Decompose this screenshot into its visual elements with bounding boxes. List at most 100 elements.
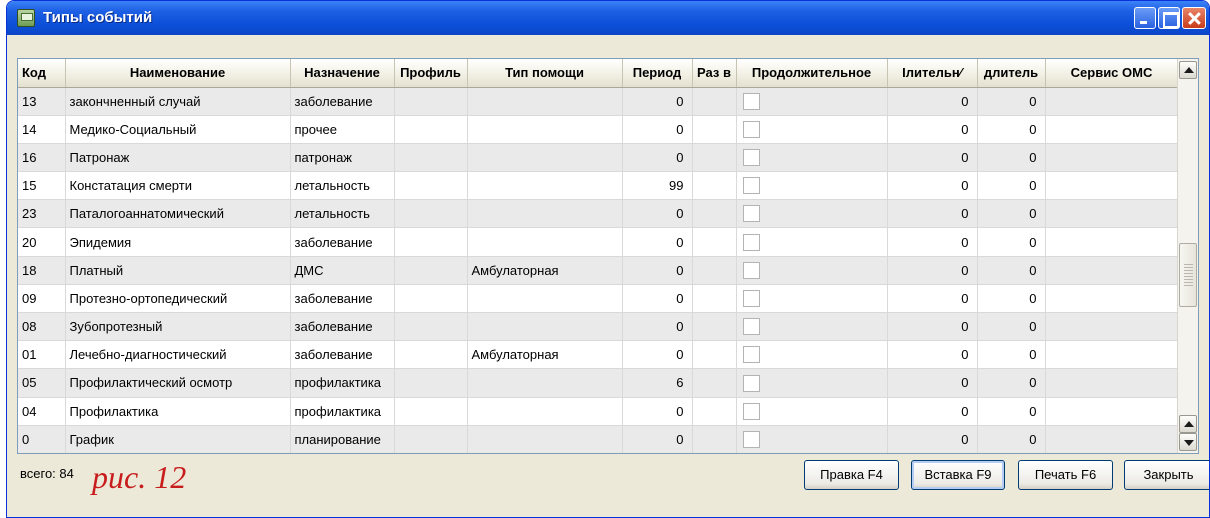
cell-oms-service[interactable] xyxy=(1045,340,1179,370)
cell-long[interactable] xyxy=(736,284,888,314)
cell-oms-service[interactable] xyxy=(1045,227,1179,257)
cell-long[interactable] xyxy=(736,368,888,398)
cell-oms-service[interactable] xyxy=(1045,171,1179,201)
cell-purpose[interactable]: патронаж xyxy=(290,143,395,173)
vertical-scrollbar[interactable] xyxy=(1177,59,1198,453)
cell-oms-service[interactable] xyxy=(1045,143,1179,173)
cell-duration-1[interactable]: 0 xyxy=(887,143,978,173)
cell-times[interactable] xyxy=(692,115,737,144)
cell-oms-service[interactable] xyxy=(1045,368,1179,398)
column-header-purpose[interactable]: Назначение xyxy=(290,59,395,88)
maximize-button[interactable] xyxy=(1158,7,1180,29)
long-duration-checkbox[interactable] xyxy=(742,92,760,110)
table-row[interactable]: 08 Зубопротезный заболевание 0 0 0 xyxy=(18,312,1179,342)
table-row[interactable]: 01 Лечебно-диагностический заболевание Амбу… xyxy=(18,340,1179,370)
column-header-aid-type[interactable]: Тип помощи xyxy=(467,59,623,88)
cell-period[interactable]: 0 xyxy=(622,312,693,342)
cell-times[interactable] xyxy=(692,284,737,314)
cell-times[interactable] xyxy=(692,199,737,229)
column-header-oms-service[interactable]: Сервис ОМС xyxy=(1045,59,1179,88)
cell-purpose[interactable]: прочее xyxy=(290,115,395,144)
cell-name[interactable]: Констатация смерти xyxy=(65,171,291,201)
table-row[interactable]: 15 Констатация смерти летальность 99 0 0 xyxy=(18,171,1179,201)
cell-oms-service[interactable] xyxy=(1045,87,1179,116)
cell-duration-1[interactable]: 0 xyxy=(887,171,978,201)
close-button[interactable]: Закрыть xyxy=(1124,460,1209,490)
long-duration-checkbox[interactable] xyxy=(742,402,760,420)
cell-long[interactable] xyxy=(736,425,888,453)
scroll-up-button[interactable] xyxy=(1179,61,1197,79)
edit-button[interactable]: Правка F4 xyxy=(804,460,899,490)
table-row[interactable]: 23 Паталогоаннатомический летальность 0 0 0 xyxy=(18,199,1179,229)
cell-duration-2[interactable]: 0 xyxy=(977,143,1046,173)
cell-name[interactable]: Профилактика xyxy=(65,397,291,426)
cell-duration-1[interactable]: 0 xyxy=(887,284,978,314)
cell-purpose[interactable]: заболевание xyxy=(290,87,395,116)
cell-profile[interactable] xyxy=(394,397,468,426)
cell-profile[interactable] xyxy=(394,368,468,398)
cell-name[interactable]: закончненный случай xyxy=(65,87,291,116)
cell-duration-1[interactable]: 0 xyxy=(887,397,978,426)
cell-purpose[interactable]: заболевание xyxy=(290,284,395,314)
cell-profile[interactable] xyxy=(394,115,468,144)
cell-purpose[interactable]: заболевание xyxy=(290,227,395,257)
table-row[interactable]: 20 Эпидемия заболевание 0 0 0 xyxy=(18,227,1179,257)
cell-times[interactable] xyxy=(692,171,737,201)
cell-period[interactable]: 0 xyxy=(622,115,693,144)
cell-aid-type[interactable] xyxy=(467,284,623,314)
table-row[interactable]: 05 Профилактический осмотр профилактика 6 0 0 xyxy=(18,368,1179,398)
cell-purpose[interactable]: заболевание xyxy=(290,340,395,370)
cell-code[interactable]: 20 xyxy=(18,227,66,257)
cell-duration-2[interactable]: 0 xyxy=(977,115,1046,144)
cell-oms-service[interactable] xyxy=(1045,284,1179,314)
cell-long[interactable] xyxy=(736,171,888,201)
long-duration-checkbox[interactable] xyxy=(742,346,760,364)
table-row[interactable]: 04 Профилактика профилактика 0 0 0 xyxy=(18,397,1179,426)
column-header-duration[interactable]: длитель xyxy=(977,59,1046,88)
cell-long[interactable] xyxy=(736,340,888,370)
cell-period[interactable]: 0 xyxy=(622,199,693,229)
cell-code[interactable]: 05 xyxy=(18,368,66,398)
long-duration-checkbox[interactable] xyxy=(742,120,760,138)
column-header-times[interactable]: Раз в xyxy=(692,59,737,88)
cell-long[interactable] xyxy=(736,256,888,285)
cell-period[interactable]: 0 xyxy=(622,397,693,426)
cell-code[interactable]: 0 xyxy=(18,425,66,453)
cell-oms-service[interactable] xyxy=(1045,199,1179,229)
cell-code[interactable]: 13 xyxy=(18,87,66,116)
cell-purpose[interactable]: ДМС xyxy=(290,256,395,285)
long-duration-checkbox[interactable] xyxy=(742,430,760,448)
cell-purpose[interactable]: летальность xyxy=(290,171,395,201)
long-duration-checkbox[interactable] xyxy=(742,149,760,166)
cell-purpose[interactable]: заболевание xyxy=(290,312,395,342)
cell-purpose[interactable]: летальность xyxy=(290,199,395,229)
cell-purpose[interactable]: профилактика xyxy=(290,397,395,426)
print-button[interactable]: Печать F6 xyxy=(1018,460,1113,490)
cell-oms-service[interactable] xyxy=(1045,397,1179,426)
cell-duration-2[interactable]: 0 xyxy=(977,171,1046,201)
table-row[interactable]: 09 Протезно-ортопедический заболевание 0 0 0 xyxy=(18,284,1179,314)
cell-code[interactable]: 08 xyxy=(18,312,66,342)
long-duration-checkbox[interactable] xyxy=(742,177,760,195)
cell-times[interactable] xyxy=(692,340,737,370)
cell-profile[interactable] xyxy=(394,340,468,370)
cell-oms-service[interactable] xyxy=(1045,425,1179,453)
cell-duration-2[interactable]: 0 xyxy=(977,284,1046,314)
cell-period[interactable]: 0 xyxy=(622,143,693,173)
cell-duration-1[interactable]: 0 xyxy=(887,256,978,285)
cell-period[interactable]: 99 xyxy=(622,171,693,201)
cell-name[interactable]: Медико-Социальный xyxy=(65,115,291,144)
scroll-down-button[interactable] xyxy=(1179,433,1197,451)
cell-duration-1[interactable]: 0 xyxy=(887,199,978,229)
cell-duration-1[interactable]: 0 xyxy=(887,340,978,370)
cell-name[interactable]: Протезно-ортопедический xyxy=(65,284,291,314)
column-header-duration-sorted[interactable]: Ілительн∕ xyxy=(887,59,978,88)
column-header-name[interactable]: Наименование xyxy=(65,59,291,88)
cell-oms-service[interactable] xyxy=(1045,312,1179,342)
cell-profile[interactable] xyxy=(394,199,468,229)
cell-profile[interactable] xyxy=(394,284,468,314)
cell-code[interactable]: 23 xyxy=(18,199,66,229)
cell-aid-type[interactable] xyxy=(467,397,623,426)
cell-duration-2[interactable]: 0 xyxy=(977,340,1046,370)
cell-aid-type[interactable] xyxy=(467,199,623,229)
